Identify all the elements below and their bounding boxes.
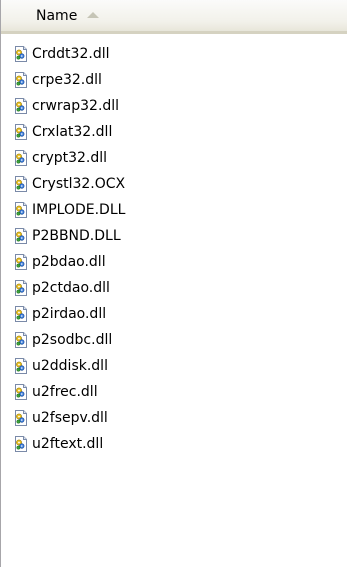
list-item[interactable]: u2ddisk.dll [1, 353, 347, 379]
file-name-label: P2BBND.DLL [32, 228, 121, 244]
dll-file-icon [13, 150, 29, 166]
name-column-label: Name [36, 7, 78, 24]
file-name-label: p2sodbc.dll [32, 332, 113, 348]
dll-file-icon [13, 384, 29, 400]
list-item[interactable]: p2ctdao.dll [1, 275, 347, 301]
list-item[interactable]: u2ftext.dll [1, 431, 347, 457]
file-name-label: Crddt32.dll [32, 46, 110, 62]
dll-file-icon [13, 228, 29, 244]
dll-file-icon [13, 410, 29, 426]
sort-ascending-icon [87, 11, 100, 18]
dll-file-icon [13, 72, 29, 88]
dll-file-icon [13, 98, 29, 114]
file-name-label: p2ctdao.dll [32, 280, 110, 296]
list-item[interactable]: Crxlat32.dll [1, 119, 347, 145]
file-name-label: p2irdao.dll [32, 306, 107, 322]
list-item[interactable]: Crystl32.OCX [1, 171, 347, 197]
file-name-label: u2ddisk.dll [32, 358, 108, 374]
list-item[interactable]: u2fsepv.dll [1, 405, 347, 431]
file-name-label: crwrap32.dll [32, 98, 120, 114]
file-name-label: u2frec.dll [32, 384, 98, 400]
dll-file-icon [13, 306, 29, 322]
file-name-label: crypt32.dll [32, 150, 108, 166]
ocx-file-icon [13, 176, 29, 192]
file-name-label: IMPLODE.DLL [32, 202, 126, 218]
dll-file-icon [13, 436, 29, 452]
file-name-label: u2fsepv.dll [32, 410, 108, 426]
column-header-bar: Name [1, 0, 347, 34]
file-name-label: Crxlat32.dll [32, 124, 113, 140]
list-item[interactable]: IMPLODE.DLL [1, 197, 347, 223]
file-list: Crddt32.dll crpe32.dll crwrap32.dll Crxlat3… [1, 41, 347, 457]
name-column-header[interactable]: Name [1, 0, 347, 31]
file-name-label: crpe32.dll [32, 72, 102, 88]
list-item[interactable]: p2sodbc.dll [1, 327, 347, 353]
list-item[interactable]: p2irdao.dll [1, 301, 347, 327]
list-item[interactable]: p2bdao.dll [1, 249, 347, 275]
list-item[interactable]: crpe32.dll [1, 67, 347, 93]
file-name-label: Crystl32.OCX [32, 176, 126, 192]
dll-file-icon [13, 358, 29, 374]
file-name-label: u2ftext.dll [32, 436, 104, 452]
dll-file-icon [13, 332, 29, 348]
list-item[interactable]: u2frec.dll [1, 379, 347, 405]
dll-file-icon [13, 254, 29, 270]
dll-file-icon [13, 124, 29, 140]
list-item[interactable]: crypt32.dll [1, 145, 347, 171]
list-item[interactable]: Crddt32.dll [1, 41, 347, 67]
dll-file-icon [13, 202, 29, 218]
list-item[interactable]: crwrap32.dll [1, 93, 347, 119]
file-name-label: p2bdao.dll [32, 254, 106, 270]
file-list-view: Name Crddt32.dll crpe32.dll crwrap32.dll Cr… [0, 0, 347, 567]
dll-file-icon [13, 46, 29, 62]
dll-file-icon [13, 280, 29, 296]
list-item[interactable]: P2BBND.DLL [1, 223, 347, 249]
